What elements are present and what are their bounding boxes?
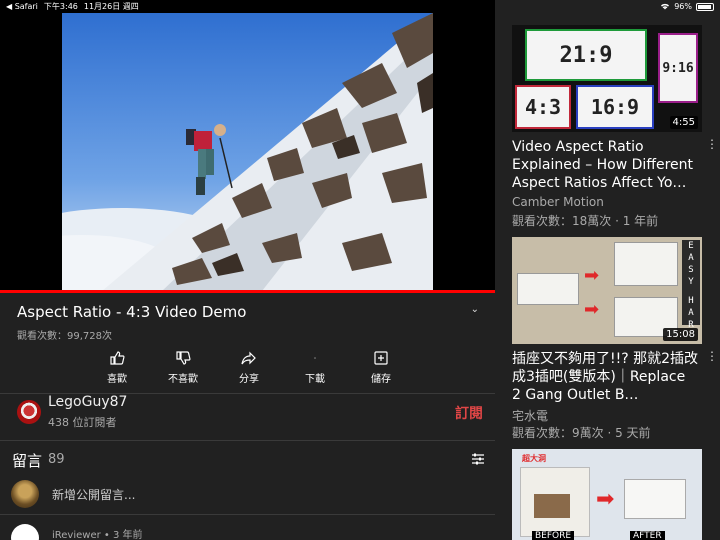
download-button[interactable]: 下載 <box>282 350 348 386</box>
video-duration: 4:55 <box>669 116 698 129</box>
recommended-stats: 觀看次數：9萬次 · 5 天前 <box>512 426 651 440</box>
thumbs-down-icon <box>176 351 191 365</box>
more-options-icon[interactable]: ⋮ <box>706 349 718 363</box>
thumb-letter: S <box>688 265 694 275</box>
user-avatar <box>11 480 39 508</box>
recommended-video[interactable]: ➡ ➡ E A S Y H A R 15:08 插座又不夠用了!!? 那就2插改… <box>512 237 718 442</box>
thumb-label: 16:9 <box>576 85 654 129</box>
thumb-label: 4:3 <box>515 85 571 129</box>
battery-percent: 96% <box>674 2 692 11</box>
hard-label: H A R <box>682 295 700 330</box>
recommended-title[interactable]: Video Aspect Ratio Explained – How Diffe… <box>512 138 698 192</box>
comments-count: 89 <box>48 452 65 467</box>
video-duration: 15:08 <box>663 328 698 341</box>
video-progress-bar[interactable] <box>0 290 495 293</box>
save-button[interactable]: 儲存 <box>348 350 414 386</box>
download-label: 下載 <box>305 374 325 385</box>
share-button[interactable]: 分享 <box>216 350 282 386</box>
thumb-caption: 超大洞 <box>522 454 546 463</box>
wifi-icon <box>660 2 670 12</box>
thumb-letter: A <box>688 308 694 318</box>
commenter-avatar[interactable] <box>11 524 39 540</box>
arrow-icon: ➡ <box>584 265 600 286</box>
thumb-letter: H <box>688 296 694 306</box>
channel-name[interactable]: LegoGuy87 <box>48 394 127 410</box>
outlet-image <box>517 273 579 305</box>
status-time: 下午3:46 <box>43 2 78 11</box>
comments-heading[interactable]: 留言 <box>12 450 42 471</box>
arrow-icon: ➡ <box>584 299 600 320</box>
mountain-climber-image <box>62 13 433 291</box>
recommended-video[interactable]: 超大洞 ➡ BEFORE AFTER <box>512 449 718 540</box>
thumb-letter: A <box>688 253 694 263</box>
video-frame[interactable] <box>62 13 433 291</box>
main-panel: Aspect Ratio - 4:3 Video Demo ⌄ 觀看次數：99,… <box>0 0 495 540</box>
battery-icon <box>696 2 714 11</box>
view-count: 觀看次數：99,728次 <box>17 331 112 342</box>
subscribe-button[interactable]: 訂閱 <box>455 403 483 423</box>
video-title-row[interactable]: Aspect Ratio - 4:3 Video Demo ⌄ <box>17 302 487 322</box>
progress-fill <box>0 290 495 293</box>
channel-avatar[interactable] <box>17 400 41 424</box>
sort-filter-icon[interactable] <box>471 452 485 466</box>
easy-label: E A S Y <box>682 240 700 295</box>
chevron-down-icon[interactable]: ⌄ <box>471 304 479 315</box>
outlet-image <box>614 242 678 286</box>
thumb-letter: E <box>688 241 694 251</box>
save-icon <box>374 351 388 365</box>
channel-row[interactable]: LegoGuy87 438 位訂閱者 訂閱 <box>0 394 495 440</box>
action-bar: 喜歡 不喜歡 分享 下載 儲存 <box>84 350 414 386</box>
more-options-icon[interactable]: ⋮ <box>706 137 718 151</box>
recommended-video[interactable]: 21:9 9:16 4:3 16:9 4:55 Video Aspect Rat… <box>512 25 718 230</box>
wall-hole-image <box>534 494 570 518</box>
thumb-caption: BEFORE <box>532 531 575 540</box>
recommendations-panel: 21:9 9:16 4:3 16:9 4:55 Video Aspect Rat… <box>495 0 720 540</box>
divider <box>0 514 495 515</box>
divider <box>0 440 495 441</box>
recommended-stats: 觀看次數：18萬次 · 1 年前 <box>512 214 659 228</box>
video-player[interactable] <box>0 0 495 293</box>
thumb-caption: AFTER <box>630 531 665 540</box>
video-thumbnail[interactable]: ➡ ➡ E A S Y H A R 15:08 <box>512 237 702 344</box>
comment-item[interactable]: iReviewer • 3 年前 <box>0 520 495 540</box>
arrow-icon: ➡ <box>596 487 615 512</box>
thumbs-up-icon <box>110 351 125 365</box>
download-icon <box>314 357 316 359</box>
switch-plate-image <box>624 479 686 519</box>
status-date: 11月26日 週四 <box>83 2 139 11</box>
share-label: 分享 <box>239 374 259 385</box>
back-to-app-link[interactable]: ◀ Safari <box>6 2 38 11</box>
thumb-label: 9:16 <box>658 33 698 103</box>
add-comment-row[interactable]: 新增公開留言... <box>0 476 495 512</box>
subscriber-count: 438 位訂閱者 <box>48 416 117 429</box>
recommended-channel[interactable]: 宅水電 <box>512 407 548 424</box>
dislike-button[interactable]: 不喜歡 <box>150 350 216 386</box>
dislike-label: 不喜歡 <box>168 374 198 385</box>
share-icon <box>241 351 256 365</box>
status-bar: ◀ Safari 下午3:46 11月26日 週四 96% <box>0 0 720 13</box>
recommended-title[interactable]: 插座又不夠用了!!? 那就2插改成3插吧(雙版本)｜Replace 2 Gang… <box>512 350 698 404</box>
recommended-channel[interactable]: Camber Motion <box>512 195 604 209</box>
thumb-letter: Y <box>688 277 694 287</box>
video-thumbnail[interactable]: 21:9 9:16 4:3 16:9 4:55 <box>512 25 702 132</box>
save-label: 儲存 <box>371 374 391 385</box>
video-thumbnail[interactable]: 超大洞 ➡ BEFORE AFTER <box>512 449 702 540</box>
comment-meta: iReviewer • 3 年前 <box>52 530 143 540</box>
like-label: 喜歡 <box>107 374 127 385</box>
video-title: Aspect Ratio - 4:3 Video Demo <box>17 303 247 321</box>
add-comment-input[interactable]: 新增公開留言... <box>52 486 135 503</box>
like-button[interactable]: 喜歡 <box>84 350 150 386</box>
thumb-label: 21:9 <box>525 29 647 81</box>
